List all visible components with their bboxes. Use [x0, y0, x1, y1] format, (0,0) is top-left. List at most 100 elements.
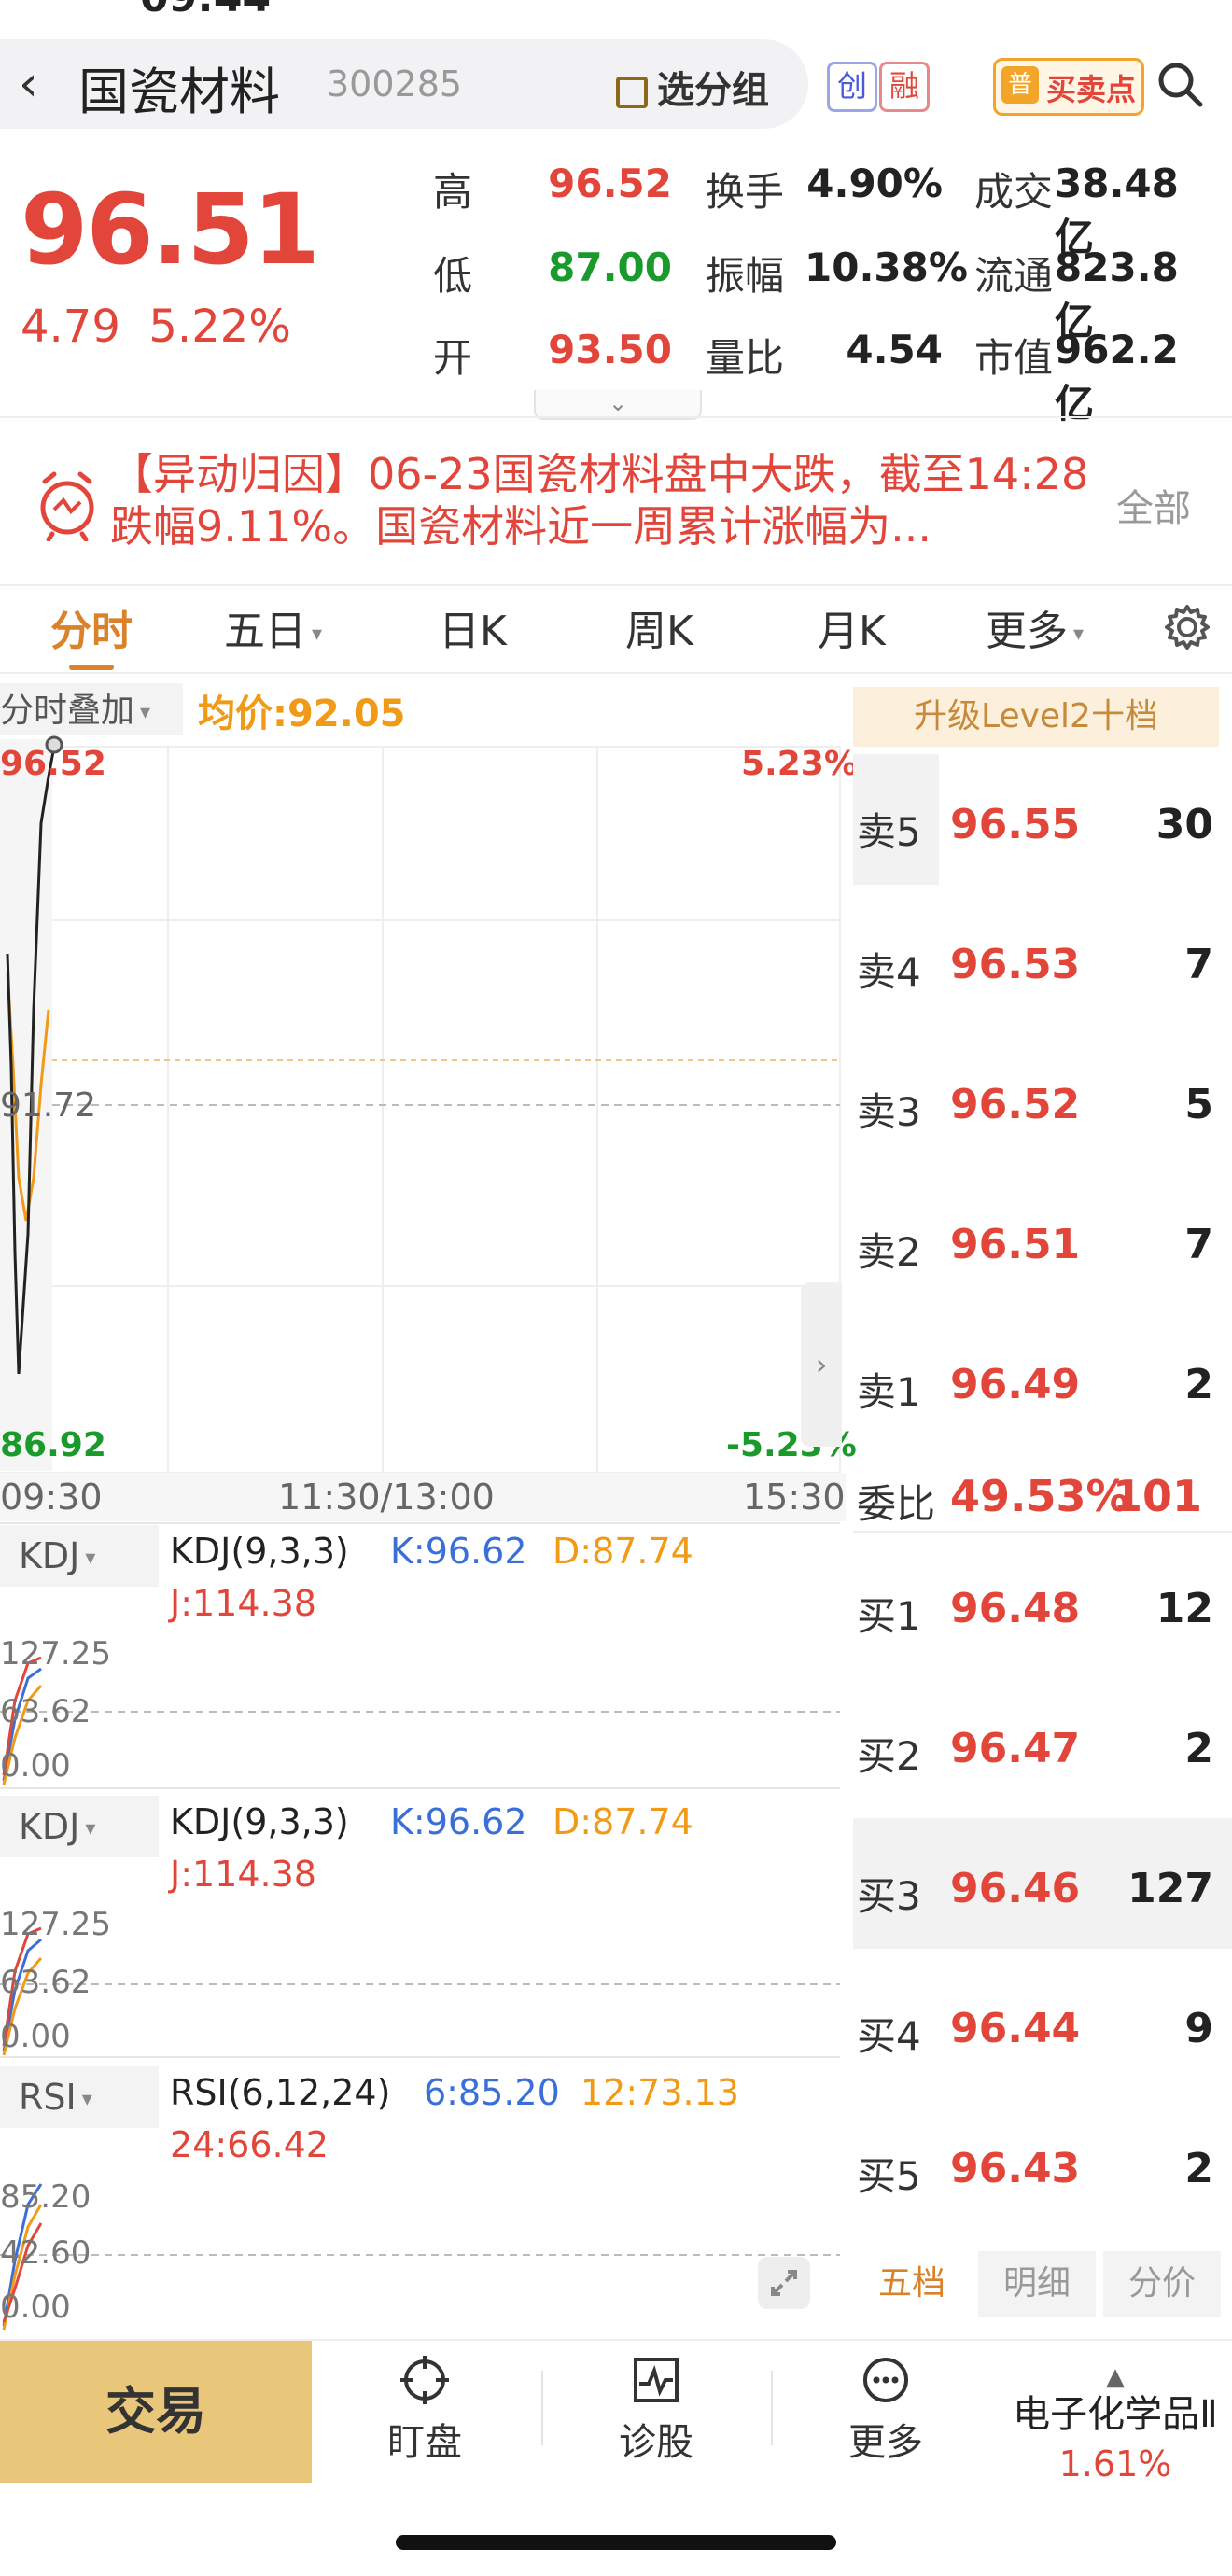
volume-ratio-label: 量比 — [706, 335, 785, 381]
indicator-select-rsi[interactable]: RSI ▾ — [0, 2066, 159, 2128]
nav-label: 诊股 — [619, 2421, 693, 2464]
turnover-label: 换手 — [706, 169, 785, 215]
ask-label: 卖4 — [857, 949, 921, 995]
sector-info[interactable]: ▲ 电子化学品Ⅱ 1.61% — [999, 2365, 1232, 2485]
market-cap-value: 962.2亿 — [1055, 327, 1179, 427]
tab-intraday[interactable]: 分时 — [50, 597, 133, 657]
tab-five-day[interactable]: 五日 ▾ — [224, 597, 322, 657]
indicator-mid-lines — [0, 1711, 840, 2256]
volume-ratio-value: 4.54 — [846, 327, 943, 372]
status-time: 09:44 — [140, 0, 271, 21]
float-cap-label: 流通 — [974, 253, 1054, 299]
anomaly-news-text[interactable]: 【异动归因】06-23国瓷材料盘中大跌，截至14:28跌幅9.11%。国瓷材料近… — [110, 448, 1090, 553]
ask-row-5[interactable]: 卖5 96.55 30 — [853, 754, 1232, 894]
overlay-label: 分时叠加 — [0, 692, 135, 730]
dropdown-triangle-icon: ▾ — [312, 622, 323, 646]
price-change: 4.79 5.22% — [21, 301, 291, 353]
market-cap-label: 市值 — [974, 335, 1054, 381]
order-book-tabs: 五档 明细 分价 — [853, 2251, 1232, 2317]
rsi-tick-mid: 42.60 — [0, 2234, 91, 2272]
bid-row-5[interactable]: 买5 96.43 2 — [853, 2098, 1232, 2238]
ask-price: 96.53 — [950, 941, 1081, 988]
dropdown-triangle-icon: ▾ — [140, 700, 151, 724]
y-axis-mid: 91.72 — [0, 1086, 97, 1125]
change-value: 4.79 — [21, 301, 120, 353]
ask-volume: 2 — [1184, 1361, 1213, 1408]
buy-sell-badge: 普 — [1001, 66, 1039, 104]
tab-price-distribution[interactable]: 分价 — [1103, 2251, 1221, 2317]
bid-label: 买1 — [857, 1593, 921, 1639]
bid-row-2[interactable]: 买2 96.47 2 — [853, 1678, 1232, 1818]
indicator-select-kdj-1[interactable]: KDJ ▾ — [0, 1525, 159, 1587]
ask-price: 96.55 — [950, 801, 1081, 848]
chevron-right-icon[interactable]: › — [801, 1282, 842, 1447]
nav-separator — [541, 2371, 543, 2445]
divider — [853, 1531, 1232, 1533]
stock-code: 300285 — [327, 63, 463, 105]
upgrade-level2-button[interactable]: 升级Level2十档 — [853, 687, 1219, 747]
ask-row-2[interactable]: 卖2 96.51 7 — [853, 1174, 1232, 1314]
kdj-d-value: D:87.74 — [553, 1801, 693, 1842]
trade-button[interactable]: 交易 — [0, 2341, 312, 2483]
search-icon[interactable] — [1154, 58, 1206, 110]
home-indicator[interactable] — [396, 2535, 836, 2550]
ask-label: 卖1 — [857, 1369, 921, 1415]
nav-diagnose[interactable]: 诊股 — [586, 2354, 726, 2466]
pulse-chart-icon — [634, 2358, 679, 2402]
tab-monthly-k[interactable]: 月K — [818, 597, 886, 657]
ask-row-1[interactable]: 卖1 96.49 2 — [853, 1314, 1232, 1454]
buy-sell-label: 买卖点 — [1046, 72, 1137, 107]
chevron-left-icon[interactable]: ‹ — [19, 56, 38, 112]
fullscreen-icon[interactable] — [758, 2257, 810, 2309]
indicator-button-label: RSI — [19, 2077, 77, 2118]
nav-watch[interactable]: 盯盘 — [355, 2354, 495, 2466]
order-ratio-value: 101 — [1113, 1471, 1203, 1521]
ask-price: 96.51 — [950, 1221, 1081, 1268]
tab-five-levels[interactable]: 五档 — [853, 2251, 971, 2317]
bid-volume: 2 — [1184, 2145, 1213, 2192]
bid-price: 96.46 — [950, 1865, 1081, 1912]
indicator-select-kdj-2[interactable]: KDJ ▾ — [0, 1796, 159, 1857]
amplitude-label: 振幅 — [706, 253, 785, 299]
float-cap-value: 823.8亿 — [1055, 245, 1179, 344]
bid-row-4[interactable]: 买4 96.44 9 — [853, 1958, 1232, 2098]
nav-more[interactable]: 更多 — [816, 2354, 956, 2466]
kdj-j-value: J:114.38 — [170, 1583, 316, 1624]
kdj-tick-mid: 63.62 — [0, 1964, 91, 2001]
bid-price: 96.44 — [950, 2005, 1081, 2052]
bid-label: 买2 — [857, 1733, 921, 1779]
bid-volume: 9 — [1184, 2005, 1213, 2052]
tab-more[interactable]: 更多 ▾ — [986, 597, 1084, 657]
tab-weekly-k[interactable]: 周K — [625, 597, 693, 657]
tab-daily-k[interactable]: 日K — [439, 597, 507, 657]
rsi-24-value: 24:66.42 — [170, 2124, 329, 2165]
rsi-title: RSI(6,12,24) — [170, 2072, 391, 2113]
kdj-tick-high: 127.25 — [0, 1906, 111, 1943]
rsi-6-value: 6:85.20 — [424, 2072, 560, 2113]
kdj-tick-low: 0.00 — [0, 1747, 71, 1785]
chart-overlay-button[interactable]: 分时叠加 ▾ — [0, 683, 183, 735]
volume-amount-value: 38.48亿 — [1055, 161, 1179, 260]
ask-volume: 7 — [1184, 941, 1213, 988]
bid-price: 96.47 — [950, 1725, 1081, 1772]
news-all-link[interactable]: 全部 — [1116, 478, 1191, 532]
bid-label: 买3 — [857, 1873, 921, 1919]
dropdown-triangle-icon: ▾ — [85, 1546, 96, 1570]
gear-icon[interactable] — [1161, 601, 1213, 653]
nav-label: 盯盘 — [387, 2421, 462, 2464]
kdj-title: KDJ(9,3,3) — [170, 1531, 349, 1572]
bid-row-3[interactable]: 买3 96.46 127 — [853, 1818, 1232, 1958]
ask-volume: 5 — [1184, 1081, 1213, 1128]
tab-five-day-label: 五日 — [224, 608, 306, 655]
buy-sell-point-button[interactable]: 普 买卖点 — [993, 58, 1144, 116]
select-group-button[interactable]: 选分组 — [616, 60, 769, 114]
ask-row-4[interactable]: 卖4 96.53 7 — [853, 894, 1232, 1034]
tab-details[interactable]: 明细 — [978, 2251, 1096, 2317]
kdj-title: KDJ(9,3,3) — [170, 1801, 349, 1842]
ask-row-3[interactable]: 卖3 96.52 5 — [853, 1034, 1232, 1174]
header: ‹ 国瓷材料 300285 选分组 创 融 普 买卖点 — [0, 39, 1232, 168]
indicator-button-label: KDJ — [19, 1806, 80, 1847]
dropdown-triangle-icon: ▾ — [85, 1816, 96, 1841]
bid-row-1[interactable]: 买1 96.48 12 — [853, 1538, 1232, 1678]
change-percent: 5.22% — [148, 301, 291, 353]
